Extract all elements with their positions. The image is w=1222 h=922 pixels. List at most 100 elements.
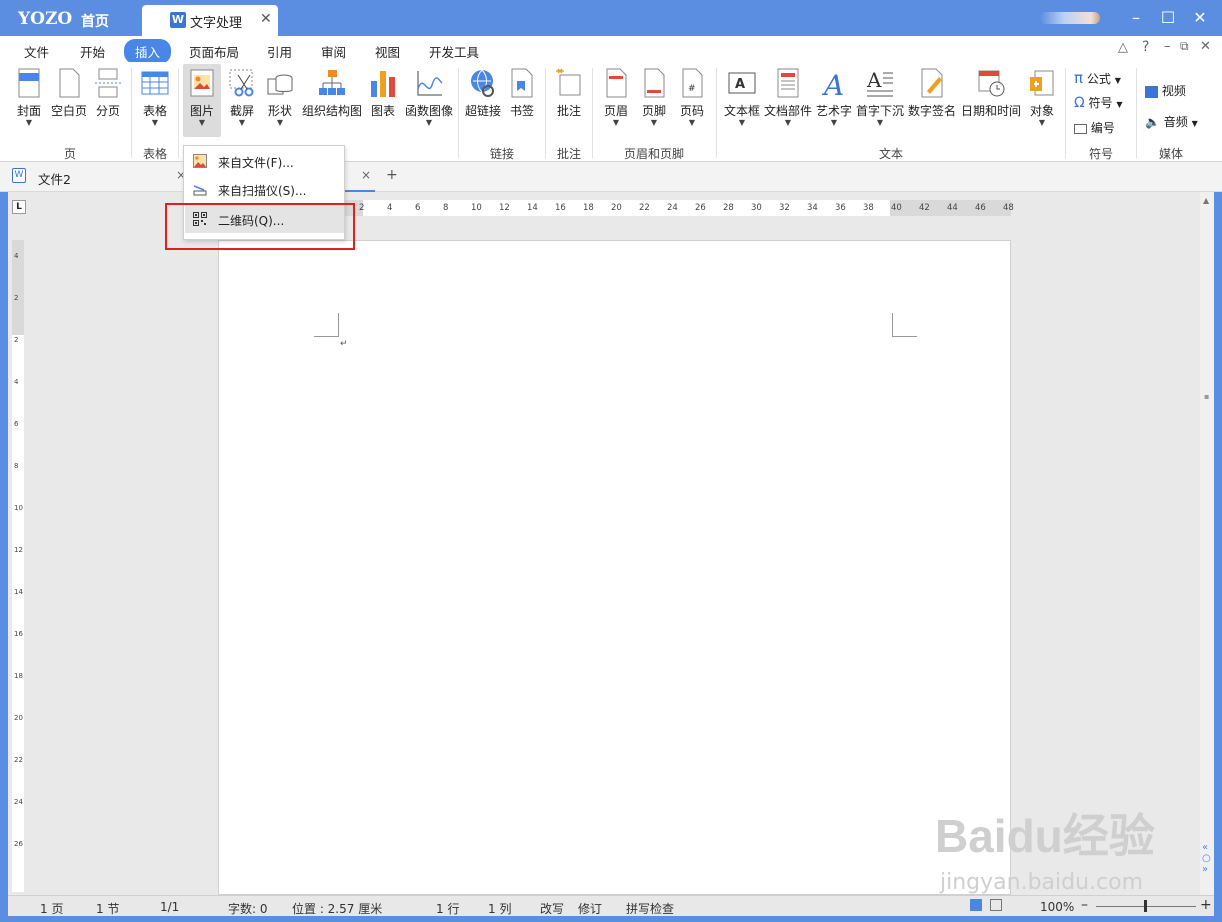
screenshot-button[interactable]: 截屏 ▼ bbox=[224, 67, 260, 127]
page-nav-icons[interactable]: «○» bbox=[1202, 842, 1211, 875]
ruler-tick: 2 bbox=[14, 336, 19, 344]
status-revise[interactable]: 修订 bbox=[578, 900, 602, 917]
picture-button[interactable]: 图片 ▼ bbox=[183, 64, 221, 137]
footer-button[interactable]: 页脚 ▼ bbox=[638, 67, 670, 127]
footer-label: 页脚 bbox=[641, 104, 666, 118]
formula-button[interactable]: π 公式 ▼ bbox=[1074, 69, 1121, 87]
ruler-tick: 20 bbox=[14, 714, 23, 722]
zoom-slider-thumb[interactable] bbox=[1144, 900, 1147, 912]
blank-page-button[interactable]: 空白页 bbox=[50, 67, 88, 119]
textbox-icon: A bbox=[727, 67, 757, 99]
doc-close-icon[interactable]: ✕ bbox=[1200, 39, 1211, 54]
page-break-button[interactable]: 分页 bbox=[92, 67, 124, 119]
ruler-tick: 36 bbox=[835, 203, 846, 213]
status-words[interactable]: 字数: 0 bbox=[228, 900, 268, 917]
close-tab-icon[interactable]: ✕ bbox=[260, 11, 272, 27]
hyperlink-button[interactable]: 超链接 bbox=[463, 67, 503, 119]
close-window-button[interactable]: ✕ bbox=[1188, 8, 1212, 27]
tab-close-icon[interactable]: × bbox=[361, 168, 371, 182]
help-icon[interactable]: ? bbox=[1142, 39, 1149, 55]
collapse-ribbon-icon[interactable]: △ bbox=[1118, 40, 1128, 55]
group-text-label: 文本 bbox=[878, 147, 903, 161]
zoom-in-button[interactable]: + bbox=[1200, 897, 1212, 913]
menu-review[interactable]: 审阅 bbox=[321, 42, 346, 61]
drop-cap-button[interactable]: A 首字下沉 ▼ bbox=[855, 67, 905, 127]
user-avatar[interactable] bbox=[1040, 12, 1100, 24]
function-graph-button[interactable]: 函数图像 ▼ bbox=[403, 67, 455, 127]
document-page[interactable]: ↵ bbox=[218, 240, 1011, 895]
object-label: 对象 bbox=[1029, 104, 1054, 118]
status-pages: 1/1 bbox=[160, 900, 180, 914]
menu-file[interactable]: 文件 bbox=[24, 42, 49, 61]
textbox-button[interactable]: A 文本框 ▼ bbox=[722, 67, 762, 127]
minimize-button[interactable]: – bbox=[1124, 8, 1148, 27]
header-label: 页眉 bbox=[603, 104, 628, 118]
bookmark-button[interactable]: 书签 bbox=[507, 67, 537, 119]
print-layout-icon[interactable] bbox=[970, 899, 982, 911]
status-bar: 1 页 1 节 1/1 字数: 0 位置 : 2.57 厘米 1 行 1 列 改… bbox=[8, 895, 1214, 916]
vertical-scrollbar[interactable]: ▲ ▪ «○» bbox=[1200, 192, 1214, 895]
bookmark-label: 书签 bbox=[509, 104, 534, 118]
digital-signature-button[interactable]: 数字签名 bbox=[907, 67, 957, 119]
ruler-tick: 40 bbox=[891, 203, 902, 213]
shape-button[interactable]: 形状 ▼ bbox=[263, 67, 297, 127]
doc-parts-button[interactable]: 文档部件 ▼ bbox=[763, 67, 813, 127]
audio-button[interactable]: 🔈 音频 ▼ bbox=[1145, 113, 1198, 130]
zoom-out-button[interactable]: – bbox=[1081, 897, 1088, 913]
date-time-button[interactable]: 日期和时间 bbox=[960, 67, 1022, 119]
menu-references[interactable]: 引用 bbox=[267, 42, 292, 61]
word-tab-label: 文字处理 bbox=[190, 16, 243, 31]
doc-parts-label: 文档部件 bbox=[763, 104, 812, 118]
status-spellcheck[interactable]: 拼写检查 bbox=[626, 900, 674, 917]
baidu-watermark-url: jingyan.baidu.com bbox=[940, 870, 1144, 895]
ruler-tick: 6 bbox=[14, 420, 19, 428]
word-art-button[interactable]: A 艺术字 ▼ bbox=[815, 67, 853, 127]
shapes-icon bbox=[265, 67, 295, 99]
status-overwrite[interactable]: 改写 bbox=[540, 900, 564, 917]
page-number-icon: # bbox=[677, 67, 707, 99]
numbering-button[interactable]: 编号 bbox=[1074, 119, 1115, 136]
status-page: 1 页 bbox=[40, 902, 64, 916]
word-processor-tab[interactable]: W 文字处理 ✕ bbox=[142, 5, 278, 36]
doc-minimize-icon[interactable]: – bbox=[1164, 39, 1171, 54]
org-chart-button[interactable]: 组织结构图 bbox=[301, 67, 363, 119]
table-button[interactable]: 表格 ▼ bbox=[138, 67, 172, 127]
new-tab-button[interactable]: + bbox=[386, 167, 398, 183]
group-comment-label: 批注 bbox=[556, 147, 581, 161]
video-button[interactable]: 视频 bbox=[1145, 82, 1186, 99]
comment-button[interactable]: 批注 bbox=[552, 67, 586, 119]
tab-stop-selector[interactable]: L bbox=[12, 200, 26, 214]
function-graph-label: 函数图像 bbox=[404, 104, 453, 118]
web-layout-icon[interactable] bbox=[990, 899, 1002, 911]
home-tab[interactable]: 首页 bbox=[81, 11, 109, 31]
vertical-ruler[interactable]: 4 2 2 4 6 8 10 12 14 16 18 20 22 24 26 bbox=[12, 240, 24, 892]
chart-button[interactable]: 图表 bbox=[367, 67, 399, 119]
highlight-box bbox=[165, 203, 355, 250]
margin-mark-right bbox=[892, 313, 917, 337]
ruler-tick: 6 bbox=[415, 203, 421, 213]
maximize-button[interactable]: ☐ bbox=[1156, 8, 1180, 27]
menu-view[interactable]: 视图 bbox=[375, 42, 400, 61]
menu-insert[interactable]: 插入 bbox=[124, 39, 172, 64]
scroll-up-icon[interactable]: ▲ bbox=[1203, 196, 1209, 205]
symbol-button[interactable]: Ω 符号 ▼ bbox=[1074, 94, 1123, 111]
menu-bar: 文件 开始 插入 页面布局 引用 审阅 视图 开发工具 △ ? – ⧉ ✕ bbox=[0, 36, 1222, 64]
menu-start[interactable]: 开始 bbox=[80, 42, 105, 61]
signature-icon bbox=[917, 67, 947, 99]
footer-icon bbox=[639, 67, 669, 99]
org-chart-icon bbox=[317, 67, 347, 99]
menu-page-layout[interactable]: 页面布局 bbox=[189, 42, 239, 61]
svg-text:#: # bbox=[688, 84, 696, 94]
ruler-tick: 30 bbox=[751, 203, 762, 213]
from-file-item[interactable]: 来自文件(F)... bbox=[185, 147, 344, 175]
document-tab-label[interactable]: 文件2 bbox=[38, 169, 71, 188]
header-button[interactable]: 页眉 ▼ bbox=[600, 67, 632, 127]
menu-developer[interactable]: 开发工具 bbox=[429, 42, 479, 61]
page-number-button[interactable]: # 页码 ▼ bbox=[676, 67, 708, 127]
ruler-tick: 44 bbox=[947, 203, 958, 213]
from-scanner-item[interactable]: 来自扫描仪(S)... bbox=[185, 175, 344, 203]
doc-restore-icon[interactable]: ⧉ bbox=[1180, 39, 1189, 54]
cover-button[interactable]: 封面 ▼ bbox=[12, 67, 46, 127]
object-button[interactable]: 对象 ▼ bbox=[1024, 67, 1060, 127]
hyperlink-icon bbox=[468, 67, 498, 99]
